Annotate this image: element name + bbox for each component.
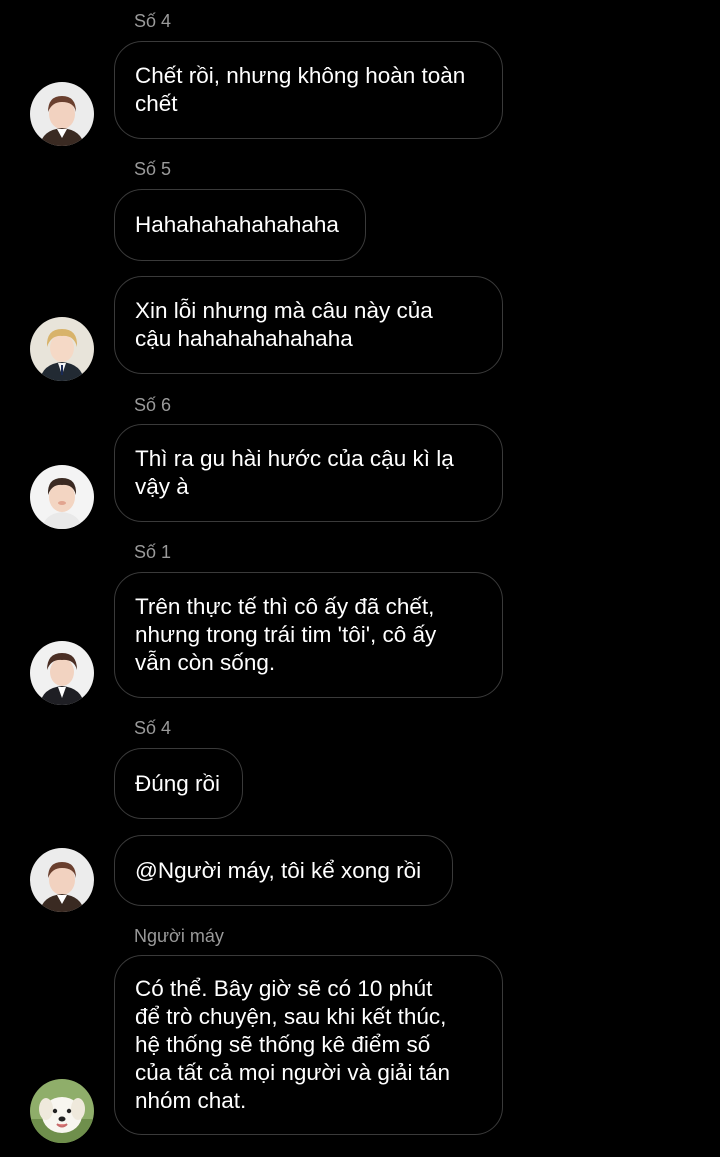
message-text: Xin lỗi nhưng mà câu này của cậu hahahah… <box>135 298 433 351</box>
message-text: Đúng rồi <box>135 770 221 796</box>
sender-name: Số 5 <box>134 159 172 179</box>
message-text: Chết rồi, nhưng không hoàn toàn chết <box>135 63 466 116</box>
message-bubble[interactable]: Thì ra gu hài hước của cậu kì lạ vậy à <box>114 424 503 522</box>
message-text: Có thể. Bây giờ sẽ có 10 phút để trò chu… <box>135 976 450 1113</box>
sender-avatar-icon[interactable] <box>30 82 94 146</box>
sender-avatar-icon[interactable] <box>30 848 94 912</box>
message-text: @Người máy, tôi kể xong rồi <box>135 857 422 883</box>
message-bubble[interactable]: Xin lỗi nhưng mà câu này của cậu hahahah… <box>114 276 503 374</box>
message-bubble[interactable]: Chết rồi, nhưng không hoàn toàn chết <box>114 41 503 139</box>
message-bubble[interactable]: Trên thực tế thì cô ấy đã chết, nhưng tr… <box>114 572 503 698</box>
message-text: Thì ra gu hài hước của cậu kì lạ vậy à <box>135 446 454 499</box>
sender-name: Số 4 <box>134 718 172 738</box>
message-bubble[interactable]: Hahahahahahahaha <box>114 189 366 261</box>
message-text: Trên thực tế thì cô ấy đã chết, nhưng tr… <box>135 594 437 675</box>
sender-name: Số 4 <box>134 11 172 31</box>
sender-avatar-icon[interactable] <box>30 641 94 705</box>
message-bubble[interactable]: @Người máy, tôi kể xong rồi <box>114 835 453 906</box>
sender-name: Số 1 <box>134 542 172 562</box>
message-bubble[interactable]: Đúng rồi <box>114 748 243 819</box>
sender-name: Người máy <box>134 926 224 946</box>
sender-avatar-icon[interactable] <box>30 465 94 529</box>
message-text: Hahahahahahahaha <box>135 212 339 237</box>
message-bubble[interactable]: Có thể. Bây giờ sẽ có 10 phút để trò chu… <box>114 955 503 1135</box>
sender-avatar-icon[interactable] <box>30 317 94 381</box>
sender-avatar-icon[interactable] <box>30 1079 94 1143</box>
sender-name: Số 6 <box>134 395 172 415</box>
